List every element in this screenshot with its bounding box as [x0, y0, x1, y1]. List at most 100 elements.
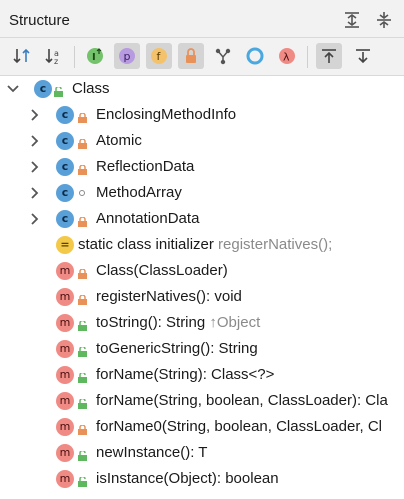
lambda-ring-icon [246, 47, 264, 65]
lambda-icon: λ [279, 48, 295, 64]
lock-icon [78, 136, 87, 149]
tree-item-label: EnclosingMethodInfo [96, 106, 237, 123]
autoscroll-to-source-button[interactable] [316, 43, 342, 69]
public-icon [54, 84, 63, 97]
lock-icon [78, 214, 87, 227]
sort-alphabetically-button[interactable]: az [41, 43, 67, 69]
lock-icon [78, 292, 87, 305]
package-private-icon [79, 190, 85, 196]
autoscroll-from-source-icon [356, 49, 370, 64]
public-icon [78, 396, 87, 409]
show-inherited-button[interactable]: I [82, 43, 108, 69]
public-icon [78, 474, 87, 487]
method-icon: m [56, 392, 74, 410]
public-icon [78, 370, 87, 383]
tree-item-label: AnnotationData [96, 210, 200, 227]
toolbar-separator [74, 46, 75, 68]
tree-item-label: Atomic [96, 132, 142, 149]
method-text: toString(): String ↑Object [96, 314, 260, 331]
chevron-right-icon[interactable] [28, 154, 42, 180]
show-non-public-button[interactable] [178, 43, 204, 69]
show-properties-button[interactable]: p [114, 43, 140, 69]
svg-text:p: p [124, 50, 131, 63]
tree-item-method[interactable]: m forName0(String, boolean, ClassLoader,… [0, 414, 404, 440]
tree-item-label: Class(ClassLoader) [96, 262, 228, 279]
autoscroll-to-source-icon [322, 49, 336, 63]
method-icon: m [56, 444, 74, 462]
tree-item-label: newInstance(): T [96, 444, 208, 461]
anonymous-classes-icon [215, 48, 231, 65]
chevron-right-icon[interactable] [28, 180, 42, 206]
tree-item-inner-class[interactable]: c ReflectionData [0, 154, 404, 180]
expand-all-icon[interactable] [342, 10, 362, 30]
public-icon [78, 318, 87, 331]
field-icon: f [151, 48, 167, 64]
panel-title: Structure [9, 12, 70, 29]
toolbar-separator [307, 46, 308, 68]
tree-item-label: Class [72, 80, 110, 97]
tree-item-method[interactable]: m newInstance(): T [0, 440, 404, 466]
tree-item-method[interactable]: m forName(String): Class<?> [0, 362, 404, 388]
tree-item-label: forName(String, boolean, ClassLoader): C… [96, 392, 388, 409]
tree-root-class[interactable]: c Class [0, 76, 404, 102]
public-icon [78, 344, 87, 357]
tree-item-label: forName(String): Class<?> [96, 366, 275, 383]
tree-item-method[interactable]: m isInstance(Object): boolean [0, 466, 404, 492]
method-icon: m [56, 418, 74, 436]
tree-item-method[interactable]: m toString(): String ↑Object [0, 310, 404, 336]
tree-item-detail: registerNatives(); [218, 236, 333, 253]
lock-icon [78, 422, 87, 435]
initializer-text: static class initializer registerNatives… [78, 236, 332, 253]
svg-text:I: I [92, 52, 96, 63]
show-anonymous-button[interactable] [210, 43, 236, 69]
tree-item-inner-class[interactable]: c AnnotationData [0, 206, 404, 232]
tree-item-label: static class initializer [78, 236, 214, 253]
sort-by-visibility-button[interactable] [9, 43, 35, 69]
chevron-right-icon[interactable] [28, 128, 42, 154]
tree-item-method[interactable]: m registerNatives(): void [0, 284, 404, 310]
tree-item-inner-class[interactable]: c MethodArray [0, 180, 404, 206]
chevron-right-icon[interactable] [28, 102, 42, 128]
collapse-all-icon[interactable] [374, 10, 394, 30]
inner-class-icon: c [56, 158, 74, 176]
tree-item-static-initializer[interactable]: = static class initializer registerNativ… [0, 232, 404, 258]
panel-header: Structure [0, 0, 404, 38]
method-icon: m [56, 470, 74, 488]
method-icon: m [56, 340, 74, 358]
tree-item-label: ReflectionData [96, 158, 195, 175]
property-icon: p [119, 48, 135, 64]
lock-icon [186, 48, 196, 63]
class-icon: c [34, 80, 52, 98]
tree-item-inner-class[interactable]: c Atomic [0, 128, 404, 154]
tree-item-label: registerNatives(): void [96, 288, 242, 305]
method-icon: m [56, 262, 74, 280]
tree-item-inner-class[interactable]: c EnclosingMethodInfo [0, 102, 404, 128]
inner-class-icon: c [56, 210, 74, 228]
tree-item-label: MethodArray [96, 184, 182, 201]
inner-class-icon: c [56, 106, 74, 124]
chevron-down-icon[interactable] [6, 76, 20, 102]
method-icon: m [56, 366, 74, 384]
show-lambdas-button[interactable] [242, 43, 268, 69]
tree-item-method[interactable]: m Class(ClassLoader) [0, 258, 404, 284]
inherited-icon: I [87, 48, 103, 64]
method-icon: m [56, 288, 74, 306]
sort-visibility-icon [13, 48, 30, 64]
show-lambda-button[interactable]: λ [274, 43, 300, 69]
show-fields-button[interactable]: f [146, 43, 172, 69]
svg-text:z: z [54, 57, 58, 66]
tree-item-label: toGenericString(): String [96, 340, 258, 357]
autoscroll-from-source-button[interactable] [350, 43, 376, 69]
static-initializer-icon: = [56, 236, 74, 254]
lock-icon [78, 110, 87, 123]
tree-item-label: forName0(String, boolean, ClassLoader, C… [96, 418, 382, 435]
tree-item-label: isInstance(Object): boolean [96, 470, 279, 487]
tree-item-method[interactable]: m toGenericString(): String [0, 336, 404, 362]
svg-text:λ: λ [283, 51, 290, 64]
tree-item-method[interactable]: m forName(String, boolean, ClassLoader):… [0, 388, 404, 414]
chevron-right-icon[interactable] [28, 206, 42, 232]
tree-item-label: toString(): String [96, 314, 206, 331]
method-icon: m [56, 314, 74, 332]
sort-alpha-icon: az [45, 49, 59, 66]
lock-icon [78, 266, 87, 279]
